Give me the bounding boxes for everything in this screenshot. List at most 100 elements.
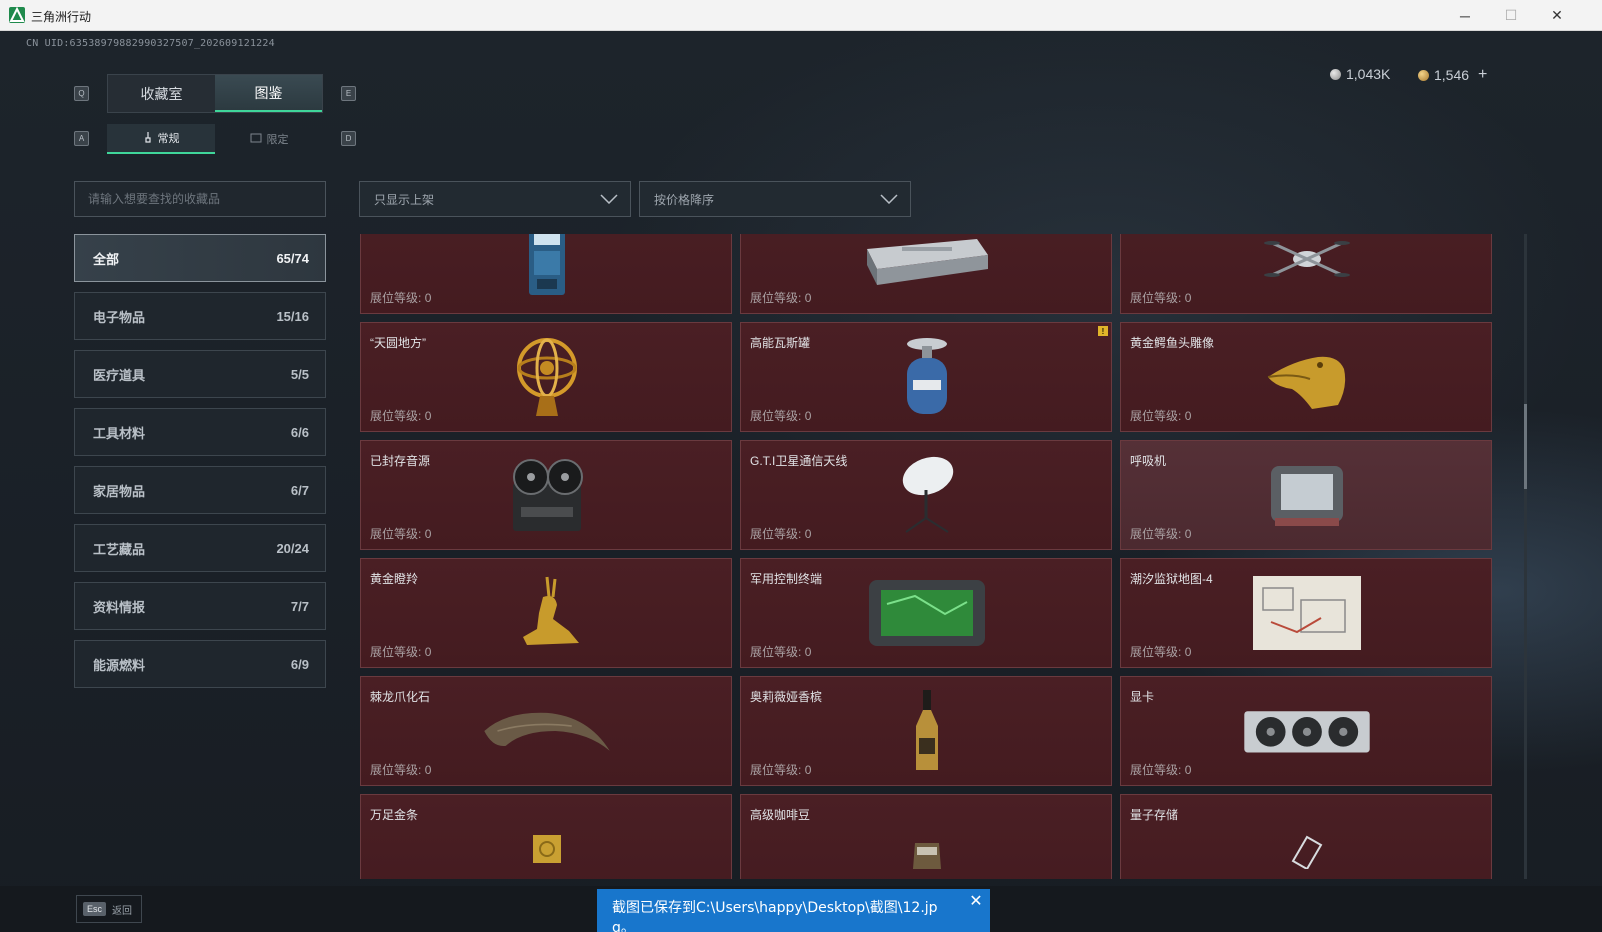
- collection-card[interactable]: 显卡 展位等级: 0: [1120, 676, 1492, 786]
- tab-collection-room[interactable]: 收藏室: [108, 75, 215, 112]
- minimize-button[interactable]: ─: [1442, 0, 1488, 31]
- server-case-icon: [861, 234, 993, 307]
- display-level-value: 0: [804, 291, 812, 305]
- shelf-filter-dropdown[interactable]: 只显示上架: [359, 181, 631, 217]
- category-count: 15/16: [276, 308, 309, 324]
- display-level-label: 展位等级:: [750, 527, 802, 541]
- collection-card[interactable]: 量子存储: [1120, 794, 1492, 879]
- collection-card[interactable]: 展位等级: 0: [360, 234, 732, 314]
- silver-currency: 1,043K: [1330, 66, 1390, 82]
- toast-close-button[interactable]: ✕: [966, 891, 986, 911]
- collection-grid: 展位等级: 0 展位等级: 0 展位等级: 0 “天圆地方” 展位等级: 0 高能瓦斯罐展…: [360, 234, 1532, 879]
- collection-card[interactable]: 黄金瞪羚 展位等级: 0: [360, 558, 732, 668]
- category-label: 工具材料: [93, 425, 146, 441]
- display-level-value: 0: [1184, 763, 1192, 777]
- category-energy[interactable]: 能源燃料 6/9: [74, 640, 326, 688]
- maximize-button[interactable]: ☐: [1488, 0, 1534, 31]
- category-label: 工艺藏品: [93, 541, 146, 557]
- sort-value: 按价格降序: [654, 192, 715, 207]
- tab-limited[interactable]: 限定: [215, 124, 323, 154]
- silver-coin-icon: [1330, 68, 1341, 80]
- search-input[interactable]: [74, 181, 326, 217]
- gpu-icon: [1241, 683, 1373, 779]
- display-level-label: 展位等级:: [1130, 291, 1182, 305]
- control-terminal-icon: [861, 565, 993, 661]
- drone-icon: [1241, 234, 1373, 307]
- item-name: 已封存音源: [370, 454, 431, 468]
- display-level-value: 0: [804, 527, 812, 541]
- display-level-label: 展位等级:: [1130, 645, 1182, 659]
- claw-fossil-icon: [481, 683, 613, 779]
- category-medical[interactable]: 医疗道具 5/5: [74, 350, 326, 398]
- collection-card[interactable]: 高级咖啡豆: [740, 794, 1112, 879]
- category-count: 6/6: [290, 424, 309, 440]
- item-name: 奥莉薇娅香槟: [750, 690, 823, 704]
- map-icon: [1241, 565, 1373, 661]
- collection-card[interactable]: 万足金条: [360, 794, 732, 879]
- game-viewport: CN UID:6353897988299032750​7_20260912122…: [0, 31, 1602, 932]
- scrollbar-thumb[interactable]: [1524, 404, 1527, 489]
- item-name: 量子存储: [1130, 808, 1179, 822]
- silver-amount: 1,043K: [1346, 66, 1391, 82]
- item-name: 万足金条: [370, 808, 419, 822]
- category-household[interactable]: 家居物品 6/7: [74, 466, 326, 514]
- tab-regular-label: 常规: [157, 133, 180, 145]
- display-level-label: 展位等级:: [370, 527, 422, 541]
- item-name: 潮汐监狱地图-4: [1130, 572, 1213, 586]
- category-all[interactable]: 全部 65/74: [74, 234, 326, 282]
- back-label: 返回: [112, 905, 133, 917]
- category-crafts[interactable]: 工艺藏品 20/24: [74, 524, 326, 572]
- collection-card[interactable]: 奥莉薇娅香槟 展位等级: 0: [740, 676, 1112, 786]
- display-level: 展位等级: 0: [370, 289, 431, 306]
- category-count: 5/5: [290, 366, 309, 382]
- sort-dropdown[interactable]: 按价格降序: [639, 181, 911, 217]
- category-tools[interactable]: 工具材料 6/6: [74, 408, 326, 456]
- add-currency-button[interactable]: +: [1478, 66, 1487, 84]
- tab-regular[interactable]: 常规: [107, 124, 215, 154]
- display-level-value: 0: [1184, 645, 1192, 659]
- display-level: 展位等级: 0: [750, 289, 811, 306]
- collection-card[interactable]: G.T.I卫星通信天线 展位等级: 0: [740, 440, 1112, 550]
- display-level: 展位等级: 0: [370, 407, 431, 424]
- title-bar: 三角洲行动 ─ ☐ ✕: [0, 0, 1602, 31]
- collection-card[interactable]: 潮汐监狱地图-4 展位等级: 0: [1120, 558, 1492, 668]
- category-label: 全部: [93, 251, 120, 267]
- armillary-sphere-icon: [481, 329, 613, 425]
- chevron-down-icon: [880, 194, 898, 204]
- collection-card[interactable]: 呼吸机 展位等级: 0: [1120, 440, 1492, 550]
- collection-card[interactable]: 棘龙爪化石 展位等级: 0: [360, 676, 732, 786]
- collection-card[interactable]: 展位等级: 0: [740, 234, 1112, 314]
- tab-catalog[interactable]: 图鉴: [215, 75, 322, 112]
- close-button[interactable]: ✕: [1534, 0, 1580, 31]
- key-a-hint: A: [74, 131, 89, 146]
- category-electronics[interactable]: 电子物品 15/16: [74, 292, 326, 340]
- collection-card[interactable]: 黄金鳄鱼头雕像 展位等级: 0: [1120, 322, 1492, 432]
- display-level-label: 展位等级:: [750, 763, 802, 777]
- category-count: 65/74: [276, 250, 309, 266]
- display-level-label: 展位等级:: [750, 409, 802, 423]
- display-level: 展位等级: 0: [1130, 289, 1191, 306]
- display-level: 展位等级: 0: [370, 761, 431, 778]
- toast-message: 截图已保存到C:\Users\happy\Desktop\截图\12.jpg。: [612, 900, 938, 932]
- grid-scrollbar[interactable]: [1524, 234, 1527, 879]
- display-level-value: 0: [424, 527, 432, 541]
- gold-amount: 1,546: [1434, 67, 1470, 83]
- category-count: 20/24: [276, 540, 309, 556]
- display-level-label: 展位等级:: [1130, 409, 1182, 423]
- collection-card[interactable]: 高能瓦斯罐 展位等级: 0!: [740, 322, 1112, 432]
- collection-card[interactable]: 军用控制终端 展位等级: 0: [740, 558, 1112, 668]
- app-logo-icon: [9, 7, 25, 23]
- collection-card[interactable]: “天圆地方” 展位等级: 0: [360, 322, 732, 432]
- back-button[interactable]: Esc 返回: [76, 895, 142, 923]
- display-level-label: 展位等级:: [370, 409, 422, 423]
- display-level-value: 0: [424, 763, 432, 777]
- screenshot-toast: 截图已保存到C:\Users\happy\Desktop\截图\12.jpg。: [597, 889, 990, 932]
- collection-card[interactable]: 已封存音源展位等级: 0: [360, 440, 732, 550]
- collection-card[interactable]: 展位等级: 0: [1120, 234, 1492, 314]
- item-name: 高级咖啡豆: [750, 808, 811, 822]
- category-intel[interactable]: 资料情报 7/7: [74, 582, 326, 630]
- item-name: 军用控制终端: [750, 572, 823, 586]
- display-level-value: 0: [1184, 527, 1192, 541]
- category-label: 能源燃料: [93, 657, 146, 673]
- display-level: 展位等级: 0: [750, 761, 811, 778]
